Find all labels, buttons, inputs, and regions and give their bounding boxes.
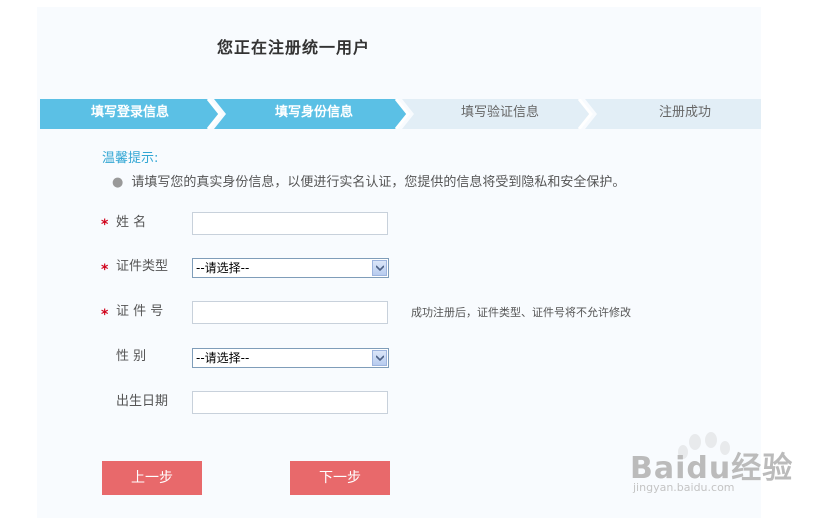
id-type-select[interactable]: --请选择-- [192, 258, 389, 278]
gender-select[interactable]: --请选择-- [192, 348, 389, 368]
watermark-url: jingyan.baidu.com [633, 481, 735, 494]
name-input[interactable] [192, 212, 388, 235]
step-4-label: 注册成功 [658, 105, 711, 120]
id-type-label: 证件类型 [116, 259, 169, 274]
chevron-down-icon [376, 355, 384, 361]
step-3-label: 填写验证信息 [460, 105, 539, 120]
birthday-input[interactable] [192, 391, 388, 414]
step-1-label: 填写登录信息 [90, 105, 169, 120]
gender-selected: --请选择-- [196, 351, 250, 365]
id-type-selected: --请选择-- [196, 261, 250, 275]
dropdown-arrow[interactable] [372, 350, 387, 366]
required-marker: * [101, 307, 109, 323]
gender-label: 性 别 [116, 349, 147, 364]
name-label: 姓 名 [116, 215, 147, 230]
id-number-label: 证 件 号 [116, 304, 164, 319]
id-number-hint: 成功注册后，证件类型、证件号将不允许修改 [411, 306, 631, 319]
required-marker: * [101, 262, 109, 278]
page-title: 您正在注册统一用户 [217, 38, 371, 57]
bullet-icon: ● [112, 175, 124, 190]
tip-text: ● 请填写您的真实身份信息，以便进行实名认证，您提供的信息将受到隐私和安全保护。 [112, 171, 625, 190]
step-2-label: 填写身份信息 [274, 105, 353, 120]
required-marker: * [101, 217, 109, 233]
tip-text-content: 请填写您的真实身份信息，以便进行实名认证，您提供的信息将受到隐私和安全保护。 [131, 175, 626, 190]
chevron-down-icon [376, 265, 384, 271]
prev-step-button[interactable]: 上一步 [102, 461, 202, 495]
step-progress-bar: 填写登录信息 填写身份信息 填写验证信息 注册成功 [40, 99, 761, 129]
tip-title: 温馨提示: [102, 151, 159, 166]
id-number-input[interactable] [192, 301, 388, 324]
next-step-button[interactable]: 下一步 [290, 461, 390, 495]
dropdown-arrow[interactable] [372, 260, 387, 276]
birthday-label: 出生日期 [116, 394, 169, 409]
